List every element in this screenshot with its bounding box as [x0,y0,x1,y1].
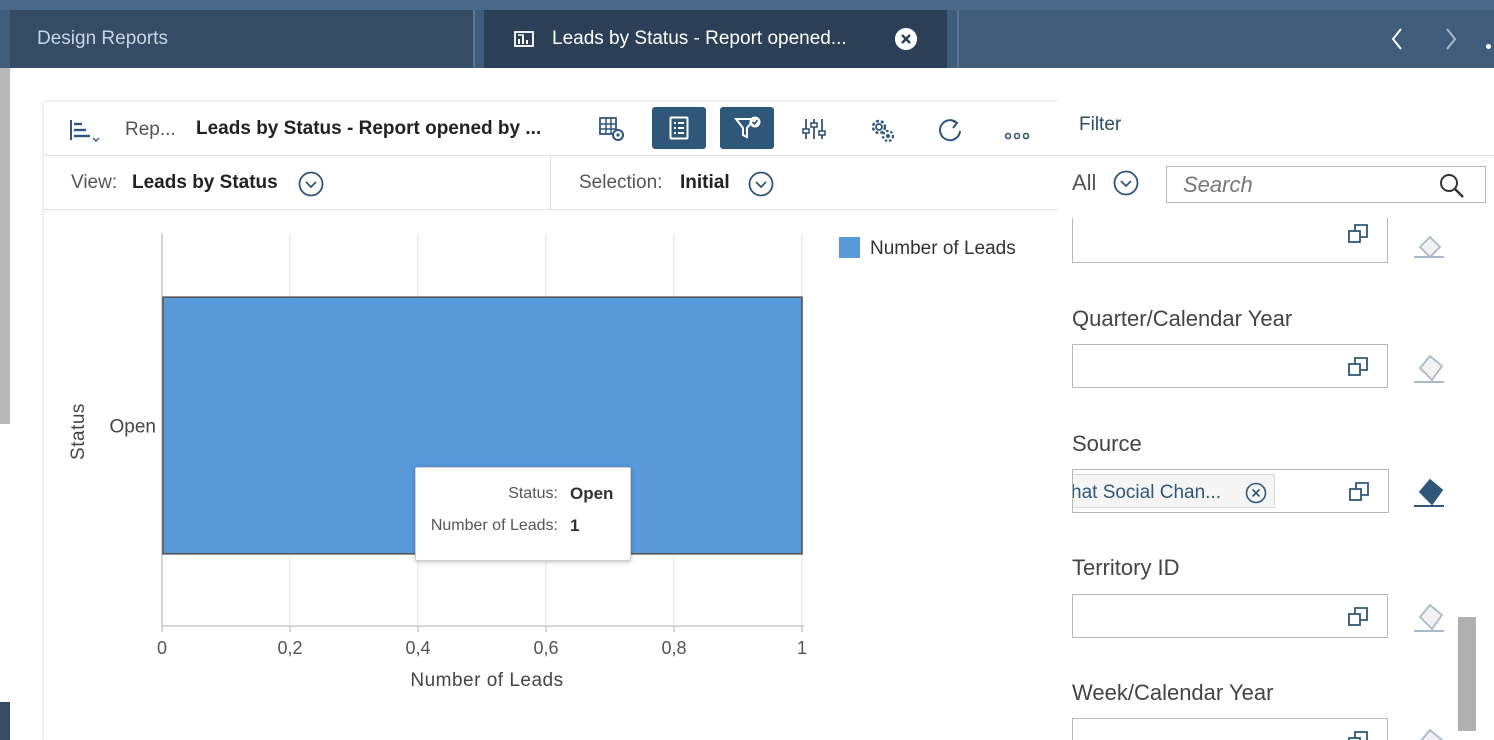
chevron-right-icon[interactable] [1444,26,1458,52]
x-axis-title: Number of Leads [410,670,563,691]
tooltip-status-value: Open [570,484,614,503]
tab-bar: Design Reports Leads by Status - Report … [0,0,1494,68]
close-icon[interactable] [895,28,917,50]
tab-design-reports[interactable]: Design Reports [10,10,473,68]
list-icon [669,116,689,140]
eraser-icon[interactable] [1412,601,1446,633]
view-label: View: [71,172,118,193]
value-help-icon[interactable] [1347,356,1369,378]
view-value[interactable]: Leads by Status [132,172,278,194]
selection-label: Selection: [579,172,663,193]
category-label: Open [110,417,156,438]
search-input[interactable] [1167,167,1437,202]
tab-title: Leads by Status - Report opened... [552,28,847,49]
x-tick-label: 0 [157,638,167,658]
x-tick-label: 0,6 [533,638,558,658]
tab-separator [957,10,959,68]
chart-tooltip: Status: Open Number of Leads: 1 [415,467,631,561]
value-help-icon[interactable] [1347,606,1369,628]
value-help-icon[interactable] [1348,481,1370,503]
list-view-button[interactable] [652,107,706,149]
tooltip-leads-label: Number of Leads: [430,517,558,534]
report-title: Leads by Status - Report opened by ... [196,118,542,139]
legend-label: Number of Leads [870,238,1016,259]
table-settings-icon[interactable] [598,115,626,143]
gear-icon[interactable] [868,116,896,144]
filter-title: Filter [1079,114,1122,135]
view-selection-bar: View: Leads by Status Selection: Initial [44,156,1058,210]
left-scroll-indicator [0,68,10,424]
y-axis-title: Status [68,403,89,460]
filter-search-box [1166,166,1486,203]
filter-panel: Filter All Quarter/Calendar Year [1058,102,1494,740]
tab-separator [473,10,475,68]
overflow-dot-icon[interactable] [1486,44,1491,49]
filter-toggle-button[interactable] [720,107,774,149]
hierarchy-chart-icon[interactable] [69,118,103,144]
filter-field-label: Source [1072,431,1142,456]
tab-bar-strip [0,0,1494,10]
left-edge-bar [0,702,10,740]
sliders-icon[interactable] [801,117,827,141]
eraser-icon[interactable] [1412,726,1446,740]
filter-field-input[interactable] [1072,218,1388,263]
x-tick-label: 0,4 [405,638,430,658]
chevron-down-icon[interactable] [748,171,774,197]
report-card: Rep... Leads by Status - Report opened b… [44,102,1058,740]
search-icon[interactable] [1439,173,1465,199]
report-toolbar: Rep... Leads by Status - Report opened b… [44,102,1058,156]
breadcrumb[interactable]: Rep... [125,119,176,141]
chevron-down-icon[interactable] [1113,170,1139,196]
legend-swatch [839,237,860,258]
territory-id-input[interactable] [1072,594,1388,638]
chevron-down-icon[interactable] [298,171,324,197]
refresh-icon[interactable] [937,116,963,144]
source-token-text: hat Social Chan... [1072,482,1221,503]
x-tick-label: 1 [797,638,807,658]
value-help-icon[interactable] [1347,730,1369,740]
filter-check-icon [734,116,761,139]
app-shell: Design Reports Leads by Status - Report … [0,0,1494,740]
x-tick-label: 0,8 [661,638,686,658]
tooltip-leads-value: 1 [570,516,580,535]
filter-all-label[interactable]: All [1072,170,1096,196]
eraser-icon[interactable] [1412,352,1446,384]
eraser-icon[interactable] [1412,476,1446,508]
eraser-icon[interactable] [1412,233,1446,259]
quarter-year-input[interactable] [1072,344,1388,388]
filter-field-label: Week/Calendar Year [1072,680,1274,705]
tooltip-status-label: Status: [508,485,558,502]
remove-token-icon[interactable] [1245,482,1267,504]
chevron-left-icon[interactable] [1390,26,1404,52]
source-token[interactable]: hat Social Chan... [1073,474,1275,508]
filter-scrollbar[interactable] [1458,617,1476,731]
tab-design-reports-label: Design Reports [37,28,168,49]
more-options-icon[interactable] [1004,131,1032,141]
tab-leads-by-status[interactable]: Leads by Status - Report opened... [484,10,947,68]
selection-value[interactable]: Initial [680,172,730,194]
week-year-input[interactable] [1072,718,1388,740]
source-input[interactable]: hat Social Chan... [1072,469,1389,513]
x-tick-label: 0,2 [277,638,302,658]
value-help-icon[interactable] [1347,223,1369,245]
view-separator [550,156,551,210]
report-icon [514,31,534,47]
filter-header: Filter [1058,102,1494,156]
filter-field-label: Quarter/Calendar Year [1072,306,1293,331]
filter-field-label: Territory ID [1072,555,1180,580]
